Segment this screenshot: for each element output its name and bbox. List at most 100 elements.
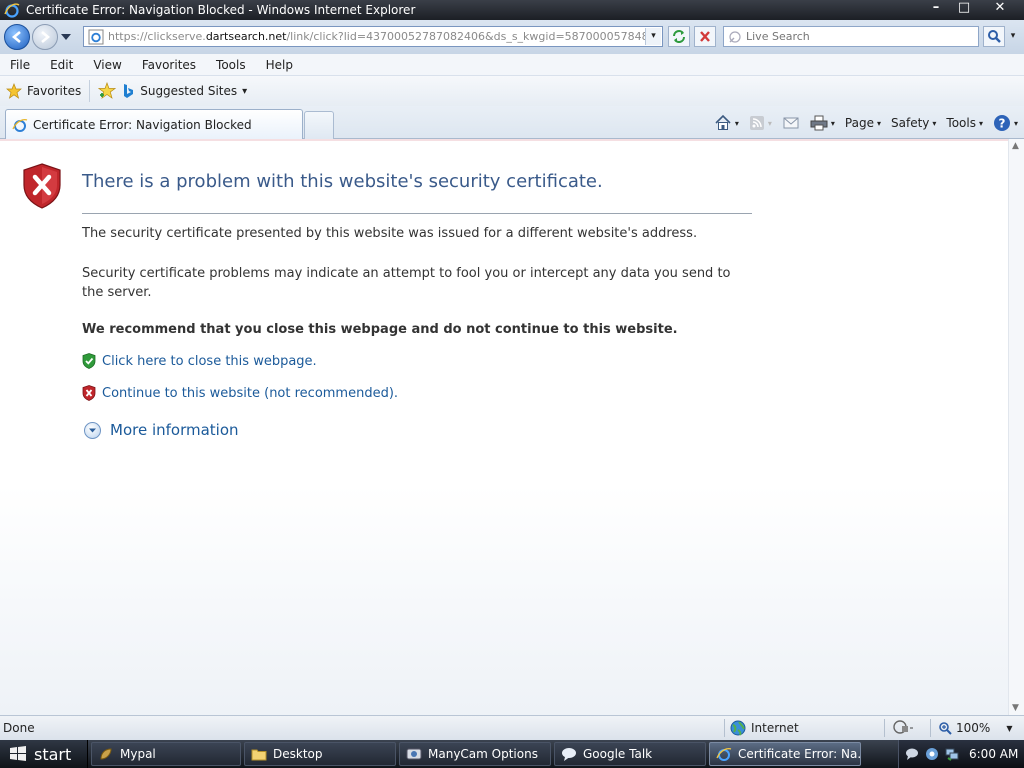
security-zone[interactable]: Internet	[730, 720, 799, 736]
add-to-favorites-bar-button[interactable]	[96, 80, 118, 102]
folder-icon	[251, 749, 267, 761]
address-dropdown-icon[interactable]: ▾	[645, 28, 661, 45]
feeds-button[interactable]: ▾	[749, 115, 772, 131]
add-favorite-star-icon	[98, 82, 117, 99]
zoom-control[interactable]: 100% ▼	[938, 721, 1012, 735]
close-webpage-link[interactable]: Click here to close this webpage.	[102, 354, 317, 369]
taskbar-item-mypal[interactable]: Mypal	[91, 742, 241, 766]
suggested-sites-arrow-icon: ▾	[242, 85, 248, 97]
menu-help[interactable]: Help	[256, 58, 303, 72]
continue-website-option[interactable]: Continue to this website (not recommende…	[82, 385, 398, 401]
zone-label: Internet	[751, 721, 799, 735]
taskbar-item-label: ManyCam Options	[428, 747, 538, 761]
star-icon	[6, 83, 22, 99]
globe-icon	[730, 720, 746, 736]
zoom-magnifier-icon	[939, 722, 952, 735]
minimize-button[interactable]: –	[922, 0, 950, 18]
menu-file[interactable]: File	[0, 58, 40, 72]
menu-bar: File Edit View Favorites Tools Help	[0, 54, 1024, 76]
protected-mode-icon	[893, 719, 913, 734]
tools-menu-button[interactable]: Tools ▾	[946, 116, 983, 130]
close-webpage-option[interactable]: Click here to close this webpage.	[82, 353, 317, 369]
error-title: There is a problem with this website's s…	[82, 171, 603, 192]
taskbar-item-desktop[interactable]: Desktop	[244, 742, 396, 766]
mail-icon	[783, 117, 799, 129]
tab-ie-icon	[12, 118, 28, 132]
chat-bubble-icon	[562, 748, 576, 761]
zoom-dropdown-icon[interactable]: ▼	[1006, 724, 1012, 733]
refresh-button[interactable]	[668, 26, 690, 47]
zoom-level: 100%	[956, 721, 991, 735]
maximize-button[interactable]: □	[950, 0, 978, 18]
navigation-toolbar: https://clickserve.dartsearch.net/link/c…	[0, 20, 1024, 54]
menu-favorites[interactable]: Favorites	[132, 58, 206, 72]
new-tab-button[interactable]	[304, 111, 334, 139]
manycam-tray-icon[interactable]	[925, 747, 939, 761]
menu-view[interactable]: View	[83, 58, 131, 72]
system-tray: 6:00 AM	[898, 740, 1024, 768]
manycam-icon	[406, 748, 422, 760]
help-menu-button[interactable]: ? ▾	[993, 114, 1018, 132]
talk-tray-icon[interactable]	[905, 747, 919, 761]
safety-menu-button[interactable]: Safety ▾	[891, 116, 936, 130]
vertical-scrollbar[interactable]: ▲ ▼	[1008, 139, 1024, 715]
menu-edit[interactable]: Edit	[40, 58, 83, 72]
command-bar: ▾ ▾ ▾ Page ▾ Safety ▾ Tools ▾ ? ▾	[704, 110, 1018, 136]
search-input[interactable]	[746, 30, 966, 43]
expand-chevron-icon	[84, 421, 101, 439]
title-bar: Certificate Error: Navigation Blocked - …	[0, 0, 1024, 20]
live-search-icon	[729, 30, 741, 43]
more-information-toggle[interactable]: More information	[84, 421, 239, 439]
continue-website-link[interactable]: Continue to this website (not recommende…	[102, 386, 398, 401]
menu-tools[interactable]: Tools	[206, 58, 256, 72]
start-button[interactable]: start	[0, 740, 88, 768]
taskbar: start Mypal Desktop ManyCam Options Goog…	[0, 740, 1024, 768]
ie-taskbar-icon	[716, 748, 732, 761]
read-mail-button[interactable]	[782, 115, 800, 131]
recent-pages-dropdown-icon[interactable]	[60, 32, 72, 42]
recommendation-text: We recommend that you close this webpage…	[82, 322, 678, 337]
rss-feed-icon	[749, 116, 764, 130]
feeds-dropdown-icon: ▾	[767, 118, 772, 128]
close-window-button[interactable]: ✕	[978, 0, 1022, 18]
home-button[interactable]: ▾	[714, 114, 739, 132]
start-label: start	[34, 744, 72, 764]
taskbar-item-google-talk[interactable]: Google Talk	[554, 742, 706, 766]
back-button[interactable]	[4, 24, 30, 50]
help-dropdown-icon: ▾	[1013, 118, 1018, 128]
url-text[interactable]: https://clickserve.dartsearch.net/link/c…	[108, 30, 648, 43]
green-shield-check-icon	[82, 353, 96, 369]
forward-button[interactable]	[32, 24, 58, 50]
stop-button[interactable]	[694, 26, 716, 47]
scroll-up-arrow-icon[interactable]: ▲	[1012, 141, 1019, 151]
page-ie-icon	[88, 29, 104, 44]
network-tray-icon[interactable]	[945, 747, 959, 761]
red-shield-x-icon	[82, 385, 96, 401]
favorites-button[interactable]: Favorites	[0, 80, 91, 102]
shield-error-icon	[23, 163, 61, 209]
tab-certificate-error[interactable]: Certificate Error: Navigation Blocked	[5, 109, 303, 139]
search-options-dropdown-icon[interactable]: ▾	[1006, 26, 1020, 47]
search-button[interactable]	[983, 26, 1005, 47]
suggested-sites-button[interactable]: Suggested Sites ▾	[122, 83, 247, 99]
taskbar-item-certificate-error[interactable]: Certificate Error: Na...	[709, 742, 861, 766]
print-button[interactable]: ▾	[810, 115, 835, 131]
address-bar[interactable]: https://clickserve.dartsearch.net/link/c…	[83, 26, 663, 47]
scroll-down-arrow-icon[interactable]: ▼	[1012, 703, 1019, 713]
url-suffix: /link/click?lid=43700052787082406&ds_s_k…	[286, 30, 648, 43]
taskbar-item-manycam-options[interactable]: ManyCam Options	[399, 742, 551, 766]
tab-label: Certificate Error: Navigation Blocked	[33, 117, 252, 132]
search-box[interactable]	[723, 26, 979, 47]
protected-mode-indicator[interactable]	[892, 719, 914, 738]
clock[interactable]: 6:00 AM	[969, 747, 1018, 761]
print-dropdown-icon[interactable]: ▾	[831, 119, 835, 128]
home-dropdown-icon[interactable]: ▾	[735, 119, 739, 128]
tools-menu-arrow-icon: ▾	[978, 118, 983, 128]
favorites-label: Favorites	[27, 84, 82, 98]
page-menu-button[interactable]: Page ▾	[845, 116, 881, 130]
url-domain: dartsearch.net	[205, 30, 287, 43]
taskbar-item-label: Mypal	[120, 747, 156, 761]
safety-menu-arrow-icon: ▾	[932, 118, 937, 128]
more-information-label: More information	[110, 421, 239, 439]
help-icon: ?	[993, 115, 1010, 131]
